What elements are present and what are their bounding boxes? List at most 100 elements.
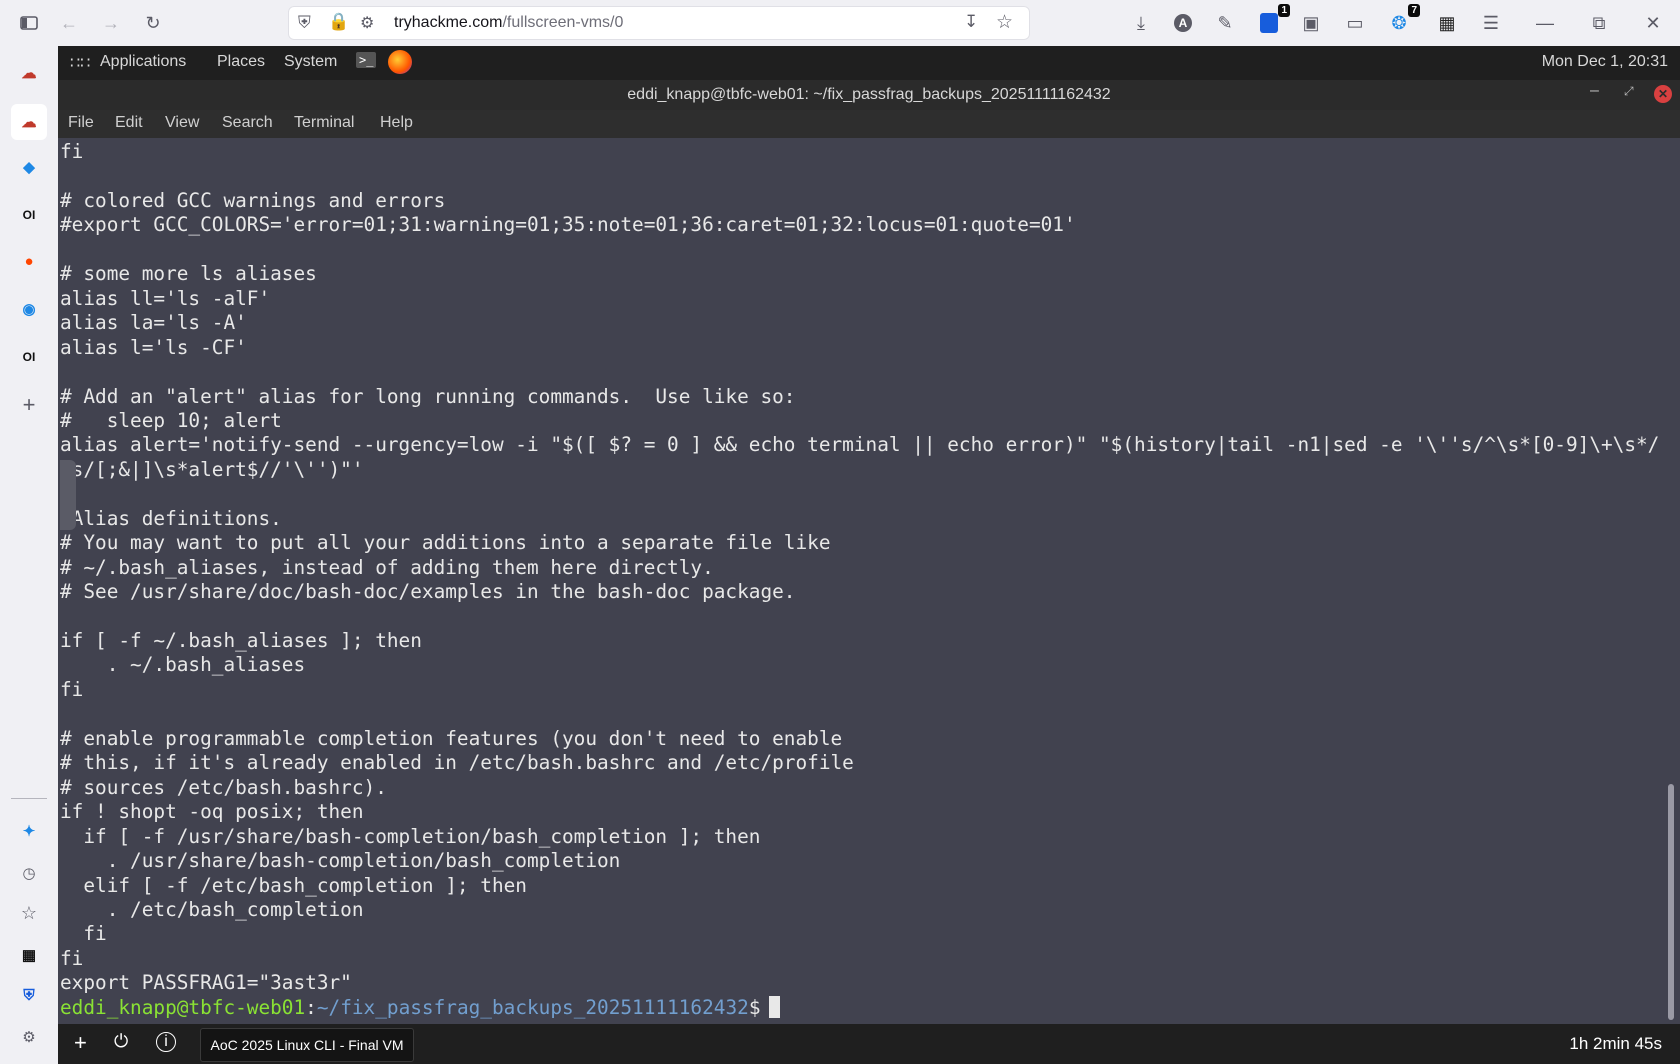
settings-icon[interactable]: ⚙ [14, 1022, 44, 1052]
profile-icon[interactable]: ◉ [14, 294, 44, 324]
terminal-line: alias l='ls -CF' [60, 335, 247, 359]
terminal-line: alias ll='ls -alF' [60, 286, 271, 310]
url-text[interactable]: tryhackme.com/fullscreen-vms/0 [394, 14, 623, 32]
terminal-cursor [768, 995, 780, 1018]
menu-edit[interactable]: Edit [115, 114, 143, 132]
system-menu[interactable]: System [284, 53, 337, 71]
window-title: eddi_knapp@tbfc-web01: ~/fix_passfrag_ba… [627, 86, 1111, 103]
terminal-output[interactable]: fi # colored GCC warnings and errors #expo… [60, 138, 1660, 1024]
terminal-line: ;s/[;&|]\s*alert$//'\'')"' [60, 457, 364, 481]
terminal-line: #export GCC_COLORS='error=01;31:warning=… [60, 213, 1076, 237]
apps-grid-icon[interactable]: ∷∷ [70, 53, 90, 73]
tryhackme-active-icon[interactable]: ☁ [11, 104, 47, 140]
bookmarks-icon[interactable]: ☆ [14, 898, 44, 928]
window-maximize-icon[interactable]: ⤢ [1624, 84, 1634, 99]
terminal-prompt-line[interactable]: eddi_knapp@tbfc-web01:~/fix_passfrag_bac… [60, 995, 780, 1020]
downloads-icon[interactable]: ⤓ [1126, 8, 1156, 38]
prompt-path: ~/fix_passfrag_backups_20251111162432 [316, 995, 749, 1019]
history-icon[interactable]: ◷ [14, 858, 44, 888]
reload-icon[interactable]: ↻ [138, 8, 168, 38]
extensions-icon[interactable]: ✎ [1210, 8, 1240, 38]
apps-icon[interactable]: ▦ [14, 940, 44, 970]
firefox-launcher-icon[interactable] [388, 50, 412, 74]
add-icon[interactable]: + [74, 1030, 87, 1056]
terminal-line: . ~/.bash_aliases [60, 653, 306, 677]
terminal-line: # See /usr/share/doc/bash-doc/examples i… [60, 580, 796, 604]
terminal-launcher-icon[interactable]: >_ [356, 52, 377, 68]
terminal-line: # enable programmable completion feature… [60, 726, 843, 750]
shield-icon[interactable]: ⛨ [298, 13, 311, 33]
terminal-line: # sleep 10; alert [60, 408, 282, 432]
sidebar-divider [11, 798, 47, 799]
bitwarden-extension-icon[interactable]: 1 [1254, 4, 1290, 38]
layers-icon[interactable]: ◆ [14, 152, 44, 182]
extension-badge: 7 [1408, 4, 1420, 17]
terminal-title-bar[interactable]: eddi_knapp@tbfc-web01: ~/fix_passfrag_ba… [58, 80, 1680, 110]
window-minimize-icon[interactable]: – [1590, 82, 1599, 100]
terminal-line: fi [60, 946, 84, 970]
terminal-line: # ~/.bash_aliases, instead of adding the… [60, 555, 714, 579]
terminal-line: if ! shopt -oq posix; then [60, 800, 364, 824]
add-panel-icon[interactable]: + [14, 390, 44, 420]
ollama-icon[interactable]: OI [14, 342, 44, 372]
url-path: /fullscreen-vms/0 [502, 14, 624, 31]
forward-icon[interactable]: → [96, 8, 126, 38]
applications-menu[interactable]: Applications [100, 53, 186, 71]
menu-icon[interactable]: ☰ [1476, 8, 1506, 38]
terminal-line: export PASSFRAG1="3ast3r" [60, 971, 352, 995]
desktop-top-panel: ∷∷ Applications Places System >_ Mon Dec… [58, 46, 1680, 80]
ai-sparkle-icon[interactable]: ✦ [14, 816, 44, 846]
terminal-line: alias alert='notify-send --urgency=low -… [60, 433, 1660, 457]
terminal-line: . /etc/bash_completion [60, 897, 364, 921]
browser-toolbar: ← → ↻ ⛨ 🔒 ⚙ tryhackme.com/fullscreen-vms… [0, 0, 1680, 46]
menu-view[interactable]: View [165, 114, 199, 132]
sidebar-toggle-icon[interactable] [14, 8, 44, 38]
clock: Mon Dec 1, 20:31 [1541, 53, 1668, 70]
menu-search[interactable]: Search [222, 114, 273, 132]
terminal-line: # Add an "alert" alias for long running … [60, 384, 796, 408]
places-menu[interactable]: Places [217, 53, 265, 71]
power-icon[interactable]: ⏻ [114, 1031, 128, 1052]
info-icon[interactable]: i [156, 1032, 176, 1052]
menu-help[interactable]: Help [380, 114, 413, 132]
tryhackme-icon[interactable]: ☁ [14, 58, 44, 88]
terminal-line: # this, if it's already enabled in /etc/… [60, 751, 854, 775]
container-icon[interactable]: ▣ [1296, 8, 1326, 38]
close-icon[interactable]: ✕ [1638, 8, 1668, 38]
terminal-line: # some more ls aliases [60, 262, 317, 286]
menu-terminal[interactable]: Terminal [294, 114, 354, 132]
browser-sidebar: ☁ ☁ ◆ OI ● ◉ OI + ✦ ◷ ☆ ▦ ⛨ ⚙ [0, 46, 58, 1064]
vm-taskbar: + ⏻ i AoC 2025 Linux CLI - Final VM 1h 2… [58, 1024, 1680, 1064]
terminal-line: if [ -f ~/.bash_aliases ]; then [60, 629, 422, 652]
terminal-line: elif [ -f /etc/bash_completion ]; then [60, 873, 527, 897]
extension-badge: 1 [1278, 4, 1290, 17]
window-close-icon[interactable]: ✕ [1654, 85, 1672, 103]
terminal-line: # sources /etc/bash.bashrc). [60, 775, 387, 799]
session-timer: 1h 2min 45s [1569, 1034, 1662, 1053]
notification-extension-icon[interactable]: ❂ 7 [1384, 4, 1420, 38]
lock-icon[interactable]: 🔒 [328, 12, 349, 32]
screen-icon[interactable]: ▭ [1340, 8, 1370, 38]
back-icon[interactable]: ← [54, 8, 84, 38]
site-permissions-icon[interactable]: ⚙ [360, 13, 374, 33]
apps-grid-icon[interactable]: ▦ [1432, 8, 1462, 38]
reddit-icon[interactable]: ● [14, 246, 44, 276]
url-bar[interactable]: ⛨ 🔒 ⚙ tryhackme.com/fullscreen-vms/0 ↧ ☆ [288, 6, 1030, 40]
terminal-line: # You may want to put all your additions… [60, 531, 831, 555]
prompt-user: eddi_knapp@tbfc-web01 [60, 995, 306, 1019]
terminal-scrollbar[interactable] [1668, 784, 1674, 1020]
bookmark-star-icon[interactable]: ☆ [996, 11, 1013, 34]
restore-icon[interactable]: ⧉ [1584, 8, 1614, 38]
ollama-icon[interactable]: OI [14, 200, 44, 230]
minimize-icon[interactable]: — [1530, 8, 1560, 38]
vm-name-tab[interactable]: AoC 2025 Linux CLI - Final VM [200, 1028, 414, 1062]
bitwarden-icon[interactable]: ⛨ [14, 980, 44, 1010]
terminal-line: alias la='ls -A' [60, 311, 247, 335]
terminal-line: # colored GCC warnings and errors [60, 188, 446, 212]
account-icon[interactable]: A [1168, 8, 1198, 38]
install-app-icon[interactable]: ↧ [964, 12, 978, 32]
vm-side-panel-handle[interactable] [60, 460, 76, 530]
terminal-menu-bar: File Edit View Search Terminal Help [58, 110, 1680, 138]
menu-file[interactable]: File [68, 114, 94, 132]
prompt-symbol: $ [748, 995, 761, 1019]
